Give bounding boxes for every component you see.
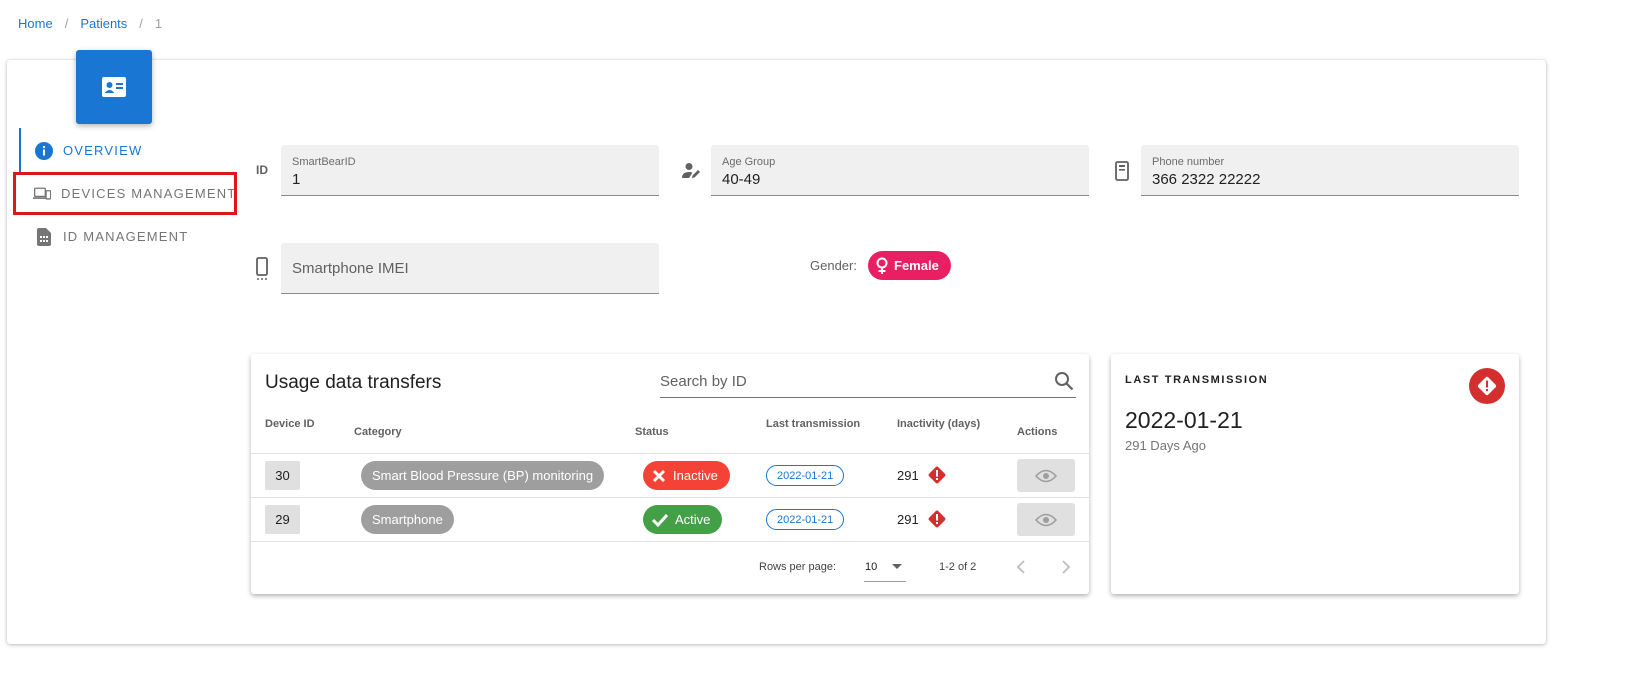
inactivity-days: 291 [897,509,947,529]
category-chip: Smartphone [361,505,454,534]
nav-id-management-label: ID Management [63,229,189,244]
inactivity-value: 291 [897,467,919,483]
age-group-value: 40-49 [722,171,761,188]
nav-id-management[interactable]: ID Management [19,215,239,258]
warning-badge [1469,368,1505,404]
devices-icon [33,185,51,203]
check-icon [651,513,669,527]
nav-overview[interactable]: Overview [19,128,239,173]
gender-value: Female [894,258,939,273]
breadcrumb-current: 1 [154,16,163,31]
id-card-icon [102,77,126,97]
breadcrumb-separator: / [64,16,69,31]
header-device-id[interactable]: Device ID [265,418,315,430]
age-group-field[interactable]: Age Group 40-49 [711,145,1089,196]
smartbear-id-value: 1 [292,171,301,188]
search-input[interactable] [660,366,1030,396]
last-transmission-date: 2022-01-21 [1125,407,1243,433]
phone-number-field[interactable]: Phone number 366 2322 22222 [1141,145,1519,196]
id-icon: ID [256,163,268,177]
warning-diamond-icon [928,510,946,528]
last-transmission-ago: 291 Days Ago [1125,438,1206,453]
warning-diamond-icon [928,466,946,484]
last-transmission-chip: 2022-01-21 [766,465,845,486]
next-page-button[interactable] [1056,557,1076,577]
device-id-chip: 29 [265,505,300,534]
female-icon [876,257,888,274]
breadcrumb: Home / Patients / 1 [18,16,162,31]
person-edit-icon [682,161,702,181]
smartphone-imei-placeholder: Smartphone IMEI [292,260,409,277]
last-transmission-title: LAST TRANSMISSION [1125,374,1269,386]
device-id-chip: 30 [265,461,300,490]
status-label: Active [675,512,711,527]
nav-devices-management[interactable]: Devices Management [13,172,237,215]
last-transmission-card: LAST TRANSMISSION 2022-01-21 291 Days Ag… [1111,354,1519,594]
inactivity-value: 291 [897,511,919,527]
smartphone-icon [254,256,270,282]
eye-icon [1035,513,1057,526]
info-icon [35,141,53,160]
nav-overview-label: Overview [63,143,143,158]
view-button[interactable] [1017,459,1075,492]
dropdown-arrow-icon [892,564,902,569]
phone-number-label: Phone number [1152,156,1225,168]
smartbear-id-label: SmartBearID [292,156,356,168]
header-category[interactable]: Category [354,426,402,438]
side-nav: Overview Devices Management ID Managemen… [13,128,239,258]
age-group-label: Age Group [722,156,776,168]
gender-label: Gender: [810,258,857,273]
status-chip-active: Active [643,505,723,534]
smartphone-imei-field[interactable]: Smartphone IMEI [281,243,659,294]
row-divider [251,453,1089,454]
header-inactivity[interactable]: Inactivity (days) [897,418,980,430]
smartbear-id-field[interactable]: SmartBearID 1 [281,145,659,196]
warning-diamond-icon [1477,376,1497,396]
row-divider [251,497,1089,498]
search-box [660,366,1076,398]
breadcrumb-patients[interactable]: Patients [80,16,127,31]
gender-chip: Female [868,251,951,280]
chevron-right-icon [1062,560,1071,574]
header-actions: Actions [1017,426,1058,438]
breadcrumb-home[interactable]: Home [18,16,53,31]
last-transmission-chip: 2022-01-21 [766,509,845,530]
sim-card-icon [35,227,53,246]
inactivity-days: 291 [897,465,947,485]
rows-per-page-select[interactable]: 10 [864,560,906,582]
rows-per-page-value: 10 [865,561,878,573]
nav-devices-label: Devices Management [61,186,237,201]
close-icon [652,469,666,482]
phone-icon [1113,160,1131,182]
phone-number-value: 366 2322 22222 [1152,171,1261,188]
status-label: Inactive [673,468,718,483]
header-last-transmission[interactable]: Last transmission [766,418,860,430]
chevron-left-icon [1016,560,1025,574]
header-status[interactable]: Status [635,426,669,438]
eye-icon [1035,469,1057,482]
previous-page-button[interactable] [1011,557,1031,577]
patient-avatar-tile [76,50,152,124]
rows-per-page-label: Rows per page: [759,561,837,573]
usage-data-transfers-card: Usage data transfers Device ID Category … [251,354,1089,594]
breadcrumb-separator: / [139,16,143,31]
view-button[interactable] [1017,503,1075,536]
search-icon[interactable] [1054,371,1074,391]
category-chip: Smart Blood Pressure (BP) monitoring [361,461,605,490]
pagination-range: 1-2 of 2 [939,561,977,573]
row-divider [251,541,1089,542]
table-title: Usage data transfers [265,372,442,393]
status-chip-inactive: Inactive [643,461,730,490]
